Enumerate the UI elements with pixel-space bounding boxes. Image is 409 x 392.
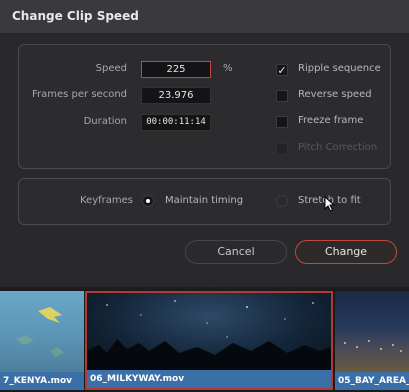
clip-thumbnail	[335, 291, 409, 372]
dialog-pointer	[202, 281, 216, 288]
pitch-correction-checkbox	[276, 143, 288, 155]
reverse-speed-checkbox[interactable]	[276, 90, 288, 102]
freeze-frame-checkbox[interactable]	[276, 116, 288, 128]
clip-kenya[interactable]: 7_KENYA.mov	[0, 291, 84, 390]
clip-thumbnail	[87, 293, 331, 372]
clip-milkyway[interactable]: 06_MILKYWAY.mov	[85, 291, 333, 390]
pitch-correction-label: Pitch Correction	[298, 142, 378, 153]
speed-input[interactable]: 225	[141, 61, 211, 78]
clip-bay-area[interactable]: 05_BAY_AREA_L	[335, 291, 409, 390]
speed-label: Speed	[95, 63, 127, 74]
radio-selected-dot	[146, 199, 150, 203]
mouse-cursor-icon	[324, 196, 336, 212]
reverse-speed-label: Reverse speed	[298, 89, 372, 100]
ripple-sequence-label: Ripple sequence	[298, 63, 381, 74]
maintain-timing-radio[interactable]	[142, 195, 154, 207]
change-clip-speed-dialog: Change Clip Speed Speed 225 % Frames per…	[0, 0, 409, 287]
fps-input[interactable]: 23.976	[141, 87, 211, 104]
speed-unit: %	[223, 63, 233, 74]
dialog-title: Change Clip Speed	[0, 0, 409, 33]
stretch-to-fit-radio[interactable]	[276, 195, 288, 207]
keyframes-label: Keyframes	[80, 195, 133, 206]
maintain-timing-label: Maintain timing	[165, 195, 244, 206]
clip-name-milkyway: 06_MILKYWAY.mov	[87, 370, 331, 388]
clip-name-bay-area: 05_BAY_AREA_L	[335, 372, 409, 390]
fps-label: Frames per second	[32, 89, 127, 100]
cancel-button[interactable]: Cancel	[185, 240, 287, 264]
kenya-thumbnail-graphic	[16, 307, 64, 357]
ripple-sequence-checkbox[interactable]: ✓	[276, 64, 288, 76]
duration-label: Duration	[83, 116, 127, 127]
clip-name-kenya: 7_KENYA.mov	[0, 372, 84, 390]
clip-thumbnail	[0, 291, 84, 372]
change-button[interactable]: Change	[295, 240, 397, 264]
duration-input[interactable]: 00:00:11:14	[141, 114, 211, 131]
milkyway-thumbnail-graphic	[87, 300, 331, 372]
freeze-frame-label: Freeze frame	[298, 115, 364, 126]
bay-area-thumbnail-graphic	[344, 340, 402, 352]
